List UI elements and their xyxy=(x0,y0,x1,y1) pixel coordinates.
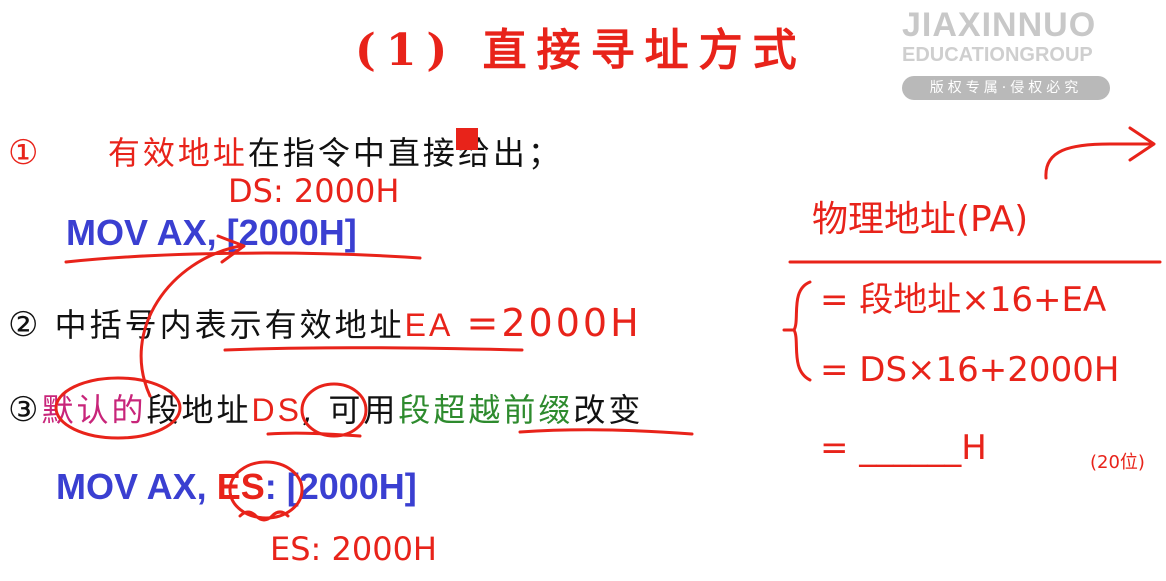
ink-circle-es xyxy=(228,460,304,520)
ink-arrow-right xyxy=(1044,142,1152,180)
ink-circle-ds xyxy=(300,382,368,438)
ink-arrow-curve xyxy=(139,244,242,398)
ink-underline-mov1 xyxy=(64,251,422,264)
ink-underline-p2 xyxy=(223,346,524,352)
ink-underline-prefix xyxy=(518,428,694,436)
ink-annotations xyxy=(54,126,1162,522)
ink-brace xyxy=(782,280,812,382)
ink-circle-default xyxy=(54,376,182,440)
